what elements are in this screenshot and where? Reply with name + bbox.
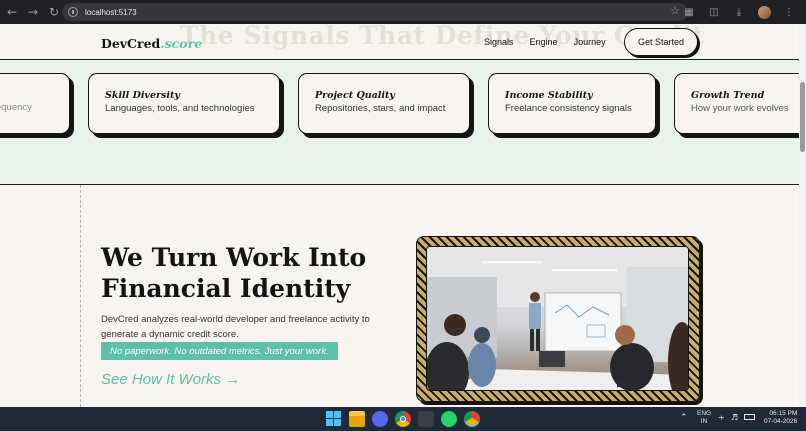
hero-highlight-badge: No paperwork. No outdated metrics. Just … <box>101 342 338 360</box>
signal-card-growth-trend[interactable]: Growth Trend How your work evolves <box>674 73 799 134</box>
signal-card-desc: Frequency <box>0 102 32 113</box>
back-arrow-icon[interactable]: ← <box>3 3 21 21</box>
signal-card-desc: How your work evolves <box>691 103 789 114</box>
main-nav: Signals Engine Journey <box>484 37 606 47</box>
tray-status-icons[interactable]: ∻ ♬ <box>718 413 755 422</box>
menu-kebab-icon[interactable]: ⋮ <box>781 4 797 20</box>
logo-main-text: DevCred <box>101 36 161 51</box>
logo-accent-text: .score <box>160 36 203 51</box>
signal-card-skill-diversity[interactable]: Skill Diversity Languages, tools, and te… <box>88 73 280 134</box>
signal-card-title: Project Quality <box>315 90 395 101</box>
clock-date: 07-04-2026 <box>764 418 798 425</box>
bookmark-star-icon[interactable]: ☆ <box>670 4 680 17</box>
signal-card-frequency[interactable]: Frequency <box>0 73 70 134</box>
start-tile <box>334 419 341 426</box>
avatar <box>757 5 771 19</box>
site-info-icon[interactable] <box>68 7 78 17</box>
app-hexagon-icon[interactable] <box>418 411 434 427</box>
wifi-icon: ∻ <box>718 413 725 422</box>
url-text: localhost:5173 <box>85 7 137 17</box>
start-tile <box>334 411 341 418</box>
reload-icon[interactable]: ↻ <box>45 3 63 21</box>
hero-image-frame <box>416 236 700 402</box>
taskbar-icons <box>326 411 480 427</box>
file-explorer-icon[interactable] <box>349 411 365 427</box>
battery-icon <box>743 414 755 420</box>
team-meeting-photo <box>426 246 689 391</box>
chrome-icon-center <box>400 416 406 422</box>
forward-arrow-icon[interactable]: → <box>24 3 42 21</box>
get-started-button[interactable]: Get Started <box>624 28 698 56</box>
page-viewport: The Signals That Define Your Credit DevC… <box>0 24 799 407</box>
signal-card-desc: Freelance consistency signals <box>505 103 632 114</box>
signal-card-title: Skill Diversity <box>105 90 180 101</box>
address-bar[interactable]: localhost:5173 ☆ <box>62 3 688 21</box>
decorative-dashed-line <box>80 185 81 407</box>
language-code: ENG <box>697 410 712 417</box>
profile-avatar[interactable] <box>756 4 772 20</box>
see-how-it-works-link[interactable]: See How It Works → <box>101 371 240 388</box>
windows-start-icon[interactable] <box>326 411 342 427</box>
signal-card-title: Growth Trend <box>691 90 765 101</box>
nav-link-signals[interactable]: Signals <box>484 37 514 47</box>
page-scrollbar[interactable] <box>799 24 806 407</box>
sidebar-icon[interactable]: ◫ <box>706 4 722 20</box>
scrollbar-thumb[interactable] <box>800 82 805 152</box>
tray-chevron-icon[interactable]: ⌃ <box>680 413 688 423</box>
start-tile <box>326 419 333 426</box>
discord-icon[interactable] <box>372 411 388 427</box>
region-code: IN <box>700 418 708 425</box>
hero-section: We Turn Work Into Financial Identity Dev… <box>0 185 799 407</box>
signal-card-title: Income Stability <box>505 90 593 101</box>
signal-card-desc: Languages, tools, and technologies <box>105 103 255 114</box>
whatsapp-icon[interactable] <box>441 411 457 427</box>
signal-card-desc: Repositories, stars, and impact <box>315 103 446 114</box>
start-tile <box>326 411 333 418</box>
download-icon[interactable]: ⤓ <box>731 4 747 20</box>
chrome-icon[interactable] <box>395 411 411 427</box>
windows-taskbar: ⌃ ENG IN ∻ ♬ 06:15 PM 07-04-2026 <box>0 407 806 431</box>
language-indicator[interactable]: ENG IN <box>697 410 711 426</box>
site-logo[interactable]: DevCred .score <box>101 36 202 51</box>
clock-time: 06:15 PM <box>769 410 798 417</box>
browser-actions: ▦ ◫ ⤓ ⋮ <box>681 3 806 21</box>
signal-card-income-stability[interactable]: Income Stability Freelance consistency s… <box>488 73 656 134</box>
hero-title: We Turn Work Into Financial Identity <box>101 242 401 304</box>
browser-toolbar: ← → ↻ localhost:5173 ☆ ▦ ◫ ⤓ ⋮ <box>0 0 806 24</box>
nav-link-engine[interactable]: Engine <box>530 37 558 47</box>
meeting-scene-illustration <box>427 247 688 390</box>
hero-title-line-2: Financial Identity <box>101 274 351 303</box>
volume-icon: ♬ <box>730 413 738 422</box>
hero-description: DevCred analyzes real-world developer an… <box>101 314 370 340</box>
nav-link-journey[interactable]: Journey <box>574 37 606 47</box>
chrome-active-icon[interactable] <box>464 411 480 427</box>
site-header: The Signals That Define Your Credit DevC… <box>0 24 799 60</box>
extensions-icon[interactable]: ▦ <box>681 4 697 20</box>
signals-carousel: Frequency Skill Diversity Languages, too… <box>0 60 799 185</box>
clock[interactable]: 06:15 PM 07-04-2026 <box>764 410 797 426</box>
hero-title-line-1: We Turn Work Into <box>101 243 367 272</box>
signal-card-project-quality[interactable]: Project Quality Repositories, stars, and… <box>298 73 470 134</box>
